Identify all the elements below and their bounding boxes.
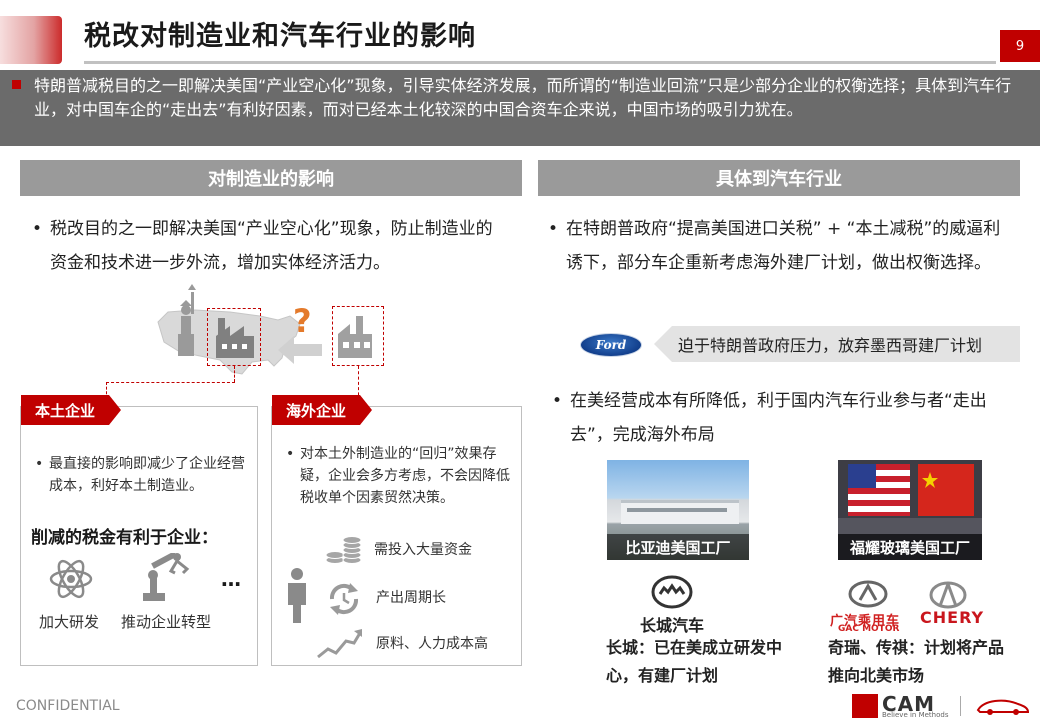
- right-bullet-1: • 在特朗普政府“提高美国进口关税” + “本土减税”的威逼利诱下，部分车企重新…: [548, 212, 1016, 280]
- bullet-dot-icon: •: [548, 219, 559, 239]
- byd-factory-photo: 比亚迪美国工厂: [607, 460, 749, 560]
- atom-research-icon: [49, 559, 93, 599]
- overseas-bullet-text: 对本土外制造业的“回归”效果存疑，企业会多方考虑，不会因降低税收单个因素贸然决策…: [300, 446, 510, 506]
- right-bullet-1-text: 在特朗普政府“提高美国进口关税” + “本土减税”的威逼利诱下，部分车企重新考虑…: [566, 219, 1001, 273]
- great-wall-logo-text: 长城汽车: [640, 616, 705, 635]
- factor-long-cycle: 产出周期长: [376, 590, 446, 606]
- left-bullet-text: 税改目的之一即解决美国“产业空心化”现象，防止制造业的资金和技术进一步外流，增加…: [50, 219, 493, 273]
- footer-divider: [960, 696, 961, 716]
- domestic-enterprise-tag: 本土企业: [21, 395, 122, 425]
- domestic-bullet-text: 最直接的影响即减少了企业经营成本，利好本土制造业。: [49, 456, 245, 494]
- right-bullet-2: • 在美经营成本有所降低，利于国内汽车行业参与者“走出去”，完成海外布局: [552, 384, 1020, 452]
- tax-benefit-subheading: 削减的税金有利于企业：: [31, 528, 218, 548]
- bullet-dot-icon: •: [35, 456, 44, 472]
- robot-arm-icon: [143, 553, 190, 601]
- title-accent-decoration: [0, 16, 62, 64]
- factory-building-shape: [621, 500, 739, 524]
- usa-flag: [848, 464, 910, 516]
- great-wall-logo-icon: [651, 575, 693, 609]
- domestic-enterprise-panel: 本土企业 • 最直接的影响即减少了企业经营成本，利好本土制造业。 削减的税金有利…: [20, 395, 258, 666]
- domestic-factory-highlight: [207, 308, 261, 366]
- bullet-dot-icon: •: [552, 391, 563, 411]
- page-title: 税改对制造业和汽车行业的影响: [84, 21, 476, 52]
- benefit-item-transformation: 推动企业转型: [121, 613, 212, 631]
- fuyao-factory-caption: 福耀玻璃美国工厂: [838, 534, 982, 560]
- car-logo-icon: [976, 699, 1030, 715]
- connector-line: [234, 366, 235, 382]
- gac-logo-subtext: GAC MOTOR: [838, 624, 900, 634]
- cycle-arrows-icon: [329, 583, 359, 615]
- factor-large-investment: 需投入大量资金: [374, 542, 472, 558]
- factor-high-costs: 原料、人力成本高: [376, 636, 488, 652]
- flags-illustration: [838, 464, 982, 534]
- left-column-heading: 对制造业的影响: [20, 160, 522, 196]
- summary-banner: 特朗普减税目的之一即解决美国“产业空心化”现象，引导实体经济发展，而所谓的“制造…: [0, 70, 1040, 146]
- red-square-bullet-icon: [12, 80, 21, 89]
- question-mark: ?: [293, 302, 312, 340]
- cam-tagline: Believe in Methods: [882, 711, 949, 719]
- great-wall-note: 长城：已在美成立研发中心，有建厂计划: [606, 638, 783, 685]
- more-ellipsis: …: [221, 567, 241, 591]
- footer: CONFIDENTIAL CAM Believe in Methods: [0, 692, 1040, 720]
- rising-trend-icon: [317, 629, 362, 659]
- domestic-bullet: • 最直接的影响即减少了企业经营成本，利好本土制造业。: [35, 453, 249, 497]
- title-underline: [84, 61, 996, 64]
- overseas-enterprise-tag: 海外企业: [272, 395, 373, 425]
- chery-logo-icon: [929, 581, 967, 609]
- title-bar: 税改对制造业和汽车行业的影响 9: [0, 0, 1040, 70]
- cam-logo-mark: [852, 694, 878, 718]
- coin-stack-icon: [325, 536, 362, 564]
- bullet-dot-icon: •: [286, 446, 295, 462]
- chery-gac-note: 奇瑞、传祺：计划将产品推向北美市场: [828, 638, 1005, 685]
- left-bullet: • 税改目的之一即解决美国“产业空心化”现象，防止制造业的资金和技术进一步外流，…: [32, 212, 508, 280]
- overseas-factory-highlight: [332, 306, 384, 366]
- gac-logo-icon: [848, 580, 888, 608]
- ford-note-text: 迫于特朗普政府压力，放弃墨西哥建厂计划: [678, 336, 983, 355]
- ford-note-strip: 迫于特朗普政府压力，放弃墨西哥建厂计划: [654, 326, 1020, 362]
- confidential-label: CONFIDENTIAL: [16, 698, 120, 714]
- china-flag: [918, 464, 974, 516]
- byd-factory-caption: 比亚迪美国工厂: [607, 534, 749, 560]
- factory-window-band: [627, 508, 727, 512]
- fuyao-factory-photo: 福耀玻璃美国工厂: [838, 460, 982, 560]
- summary-text: 特朗普减税目的之一即解决美国“产业空心化”现象，引导实体经济发展，而所谓的“制造…: [34, 76, 1012, 119]
- right-bullet-2-text: 在美经营成本有所降低，利于国内汽车行业参与者“走出去”，完成海外布局: [570, 391, 987, 445]
- bullet-dot-icon: •: [32, 219, 43, 239]
- page-number: 9: [1000, 30, 1040, 62]
- overseas-bullet: • 对本土外制造业的“回归”效果存疑，企业会多方考虑，不会因降低税收单个因素贸然…: [286, 443, 514, 509]
- right-column-heading: 具体到汽车行业: [538, 160, 1020, 196]
- benefit-item-research: 加大研发: [39, 613, 100, 631]
- connector-line: [106, 382, 235, 383]
- businessman-icon: [288, 568, 306, 623]
- chery-logo-text: CHERY: [920, 608, 985, 627]
- ford-logo: Ford: [580, 333, 642, 357]
- overseas-enterprise-panel: 海外企业 • 对本土外制造业的“回归”效果存疑，企业会多方考虑，不会因降低税收单…: [271, 395, 522, 666]
